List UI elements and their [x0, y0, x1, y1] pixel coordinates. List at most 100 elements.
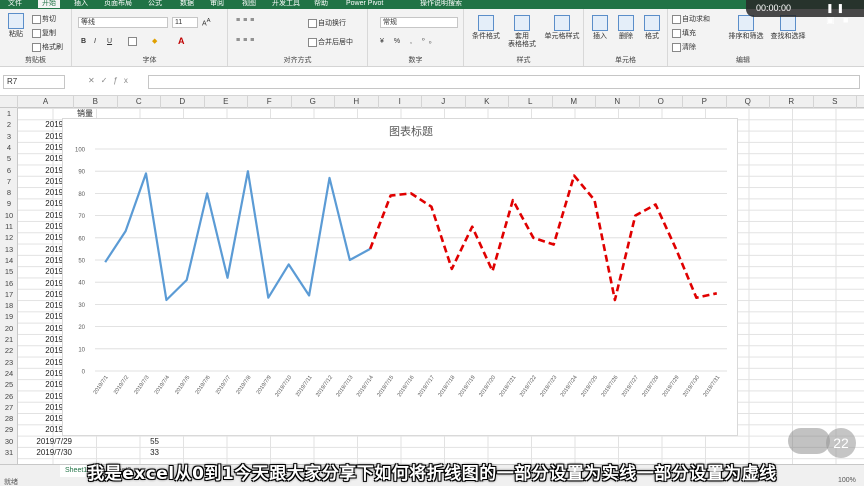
delete-cells-button[interactable]: 删除	[614, 15, 638, 41]
tab-page-layout[interactable]: 页面布局	[104, 0, 132, 8]
row-header-26[interactable]: 26	[0, 391, 18, 402]
format-cells-button[interactable]: 格式	[640, 15, 664, 41]
column-header-j[interactable]: J	[422, 96, 466, 108]
number-format-icons[interactable]: ¥ % , ⁰₀	[380, 37, 436, 45]
tab-view[interactable]: 视图	[242, 0, 256, 8]
font-name-select[interactable]: 等线	[78, 17, 168, 28]
paste-button[interactable]: 粘贴	[4, 13, 28, 39]
tell-me-search[interactable]: 操作说明搜索	[420, 0, 462, 8]
vertical-align-icons[interactable]: ≡≡≡	[236, 17, 257, 24]
row-header-10[interactable]: 10	[0, 210, 18, 221]
column-header-e[interactable]: E	[205, 96, 249, 108]
row-header-13[interactable]: 13	[0, 244, 18, 255]
format-as-table-button[interactable]: 套用 表格格式	[504, 15, 540, 49]
tab-file[interactable]: 文件	[8, 0, 22, 8]
player-controls[interactable]: ❚❚ ▣ ■	[826, 2, 864, 26]
tab-help[interactable]: 帮助	[314, 0, 328, 8]
tab-developer[interactable]: 开发工具	[272, 0, 300, 8]
column-header-i[interactable]: I	[379, 96, 423, 108]
column-header-a[interactable]: A	[18, 96, 74, 108]
cell-c31-value[interactable]: 33	[107, 447, 159, 458]
row-header-9[interactable]: 9	[0, 198, 18, 209]
font-color-icon[interactable]: A	[178, 36, 185, 46]
wrap-text-button[interactable]: 自动换行	[308, 18, 346, 28]
column-header-l[interactable]: L	[509, 96, 553, 108]
cell-c30-value[interactable]: 55	[107, 436, 159, 447]
copy-button[interactable]: 复制	[32, 28, 56, 38]
row-header-21[interactable]: 21	[0, 334, 18, 345]
row-header-19[interactable]: 19	[0, 311, 18, 322]
underline-button[interactable]: U	[107, 38, 112, 45]
row-header-15[interactable]: 15	[0, 266, 18, 277]
row-header-17[interactable]: 17	[0, 289, 18, 300]
conditional-format-button[interactable]: 条件格式	[468, 15, 504, 41]
row-header-8[interactable]: 8	[0, 187, 18, 198]
column-header-r[interactable]: R	[770, 96, 814, 108]
bold-button[interactable]: B	[81, 38, 86, 45]
row-header-14[interactable]: 14	[0, 255, 18, 266]
cell-a30-date[interactable]: 2019/7/29	[20, 436, 72, 447]
row-header-22[interactable]: 22	[0, 345, 18, 356]
grow-font-button[interactable]: AA	[202, 18, 211, 27]
row-header-2[interactable]: 2	[0, 119, 18, 130]
line-chart[interactable]: 图表标题01020304050607080901002019/7/12019/7…	[62, 118, 738, 436]
column-header-h[interactable]: H	[335, 96, 379, 108]
merge-center-button[interactable]: 合并后居中	[308, 37, 353, 47]
sort-filter-button[interactable]: 排序和筛选	[726, 15, 766, 41]
row-header-12[interactable]: 12	[0, 232, 18, 243]
column-header-p[interactable]: P	[683, 96, 727, 108]
find-select-button[interactable]: 查找和选择	[768, 15, 808, 41]
row-header-18[interactable]: 18	[0, 300, 18, 311]
row-header-7[interactable]: 7	[0, 176, 18, 187]
cut-button[interactable]: 剪切	[32, 14, 56, 24]
column-header-o[interactable]: O	[640, 96, 684, 108]
fill-color-icon[interactable]: ◆	[152, 37, 157, 45]
column-header-b[interactable]: B	[74, 96, 118, 108]
row-header-31[interactable]: 31	[0, 447, 18, 458]
column-header-g[interactable]: G	[292, 96, 336, 108]
row-header-3[interactable]: 3	[0, 131, 18, 142]
cell-styles-button[interactable]: 单元格样式	[540, 15, 584, 41]
tab-power-pivot[interactable]: Power Pivot	[346, 0, 383, 8]
row-header-5[interactable]: 5	[0, 153, 18, 164]
tab-insert[interactable]: 插入	[74, 0, 88, 8]
clear-button[interactable]: 清除	[672, 42, 696, 52]
row-header-11[interactable]: 11	[0, 221, 18, 232]
tab-review[interactable]: 审阅	[210, 0, 224, 8]
row-header-25[interactable]: 25	[0, 379, 18, 390]
row-header-27[interactable]: 27	[0, 402, 18, 413]
borders-icon[interactable]	[128, 37, 138, 46]
select-all-corner[interactable]	[0, 96, 18, 108]
tab-home[interactable]: 开始	[38, 0, 60, 8]
row-header-28[interactable]: 28	[0, 413, 18, 424]
column-header-c[interactable]: C	[118, 96, 162, 108]
cell-a31-date[interactable]: 2019/7/30	[20, 447, 72, 458]
column-header-d[interactable]: D	[161, 96, 205, 108]
row-header-24[interactable]: 24	[0, 368, 18, 379]
row-header-20[interactable]: 20	[0, 323, 18, 334]
row-header-23[interactable]: 23	[0, 357, 18, 368]
column-header-k[interactable]: K	[466, 96, 510, 108]
tab-formulas[interactable]: 公式	[148, 0, 162, 8]
fill-button[interactable]: 填充	[672, 28, 696, 38]
row-header-30[interactable]: 30	[0, 436, 18, 447]
row-header-16[interactable]: 16	[0, 278, 18, 289]
insert-cells-button[interactable]: 插入	[588, 15, 612, 41]
format-painter-button[interactable]: 格式刷	[32, 42, 63, 52]
italic-button[interactable]: I	[94, 38, 96, 45]
column-header-n[interactable]: N	[596, 96, 640, 108]
row-header-1[interactable]: 1	[0, 108, 18, 119]
formula-buttons[interactable]: ✕✓ƒx	[88, 76, 134, 85]
row-header-29[interactable]: 29	[0, 424, 18, 435]
number-format-select[interactable]: 常规	[380, 17, 458, 28]
row-header-4[interactable]: 4	[0, 142, 18, 153]
floating-control[interactable]	[788, 428, 830, 454]
column-header-q[interactable]: Q	[727, 96, 771, 108]
autosum-button[interactable]: 自动求和	[672, 14, 710, 24]
horizontal-align-icons[interactable]: ≡≡≡	[236, 37, 257, 44]
tab-data[interactable]: 数据	[180, 0, 194, 8]
floating-badge[interactable]: 22	[826, 428, 856, 458]
column-header-m[interactable]: M	[553, 96, 597, 108]
formula-input[interactable]	[148, 75, 860, 89]
font-size-select[interactable]: 11	[172, 17, 198, 28]
